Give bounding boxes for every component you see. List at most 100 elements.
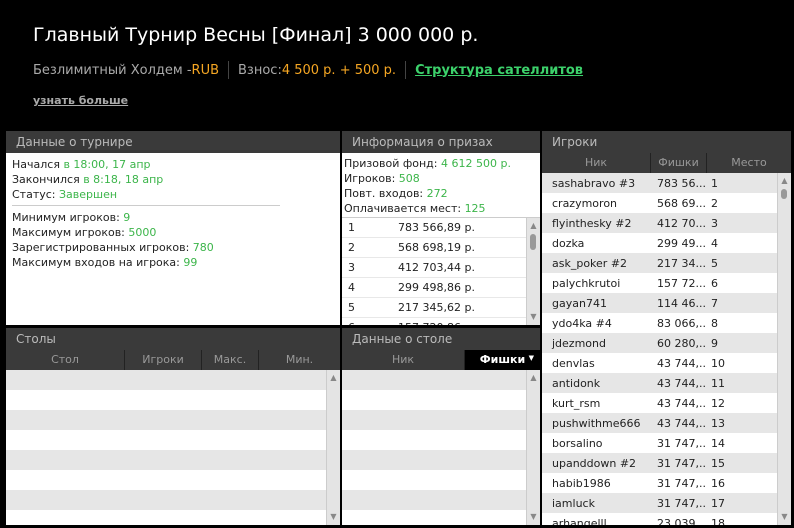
player-row[interactable]: arhangelll 23 039,... 18 bbox=[542, 513, 777, 526]
player-row[interactable]: denvlas 43 744,... 10 bbox=[542, 353, 777, 373]
players-panel: Игроки Ник Фишки Место sashabravo #3 783 … bbox=[542, 131, 791, 525]
paid-places-line: Оплачивается мест: 125 bbox=[344, 202, 486, 215]
table-data-list[interactable]: ▲ ▼ bbox=[342, 370, 540, 525]
player-row[interactable]: ask_poker #2 217 34... 5 bbox=[542, 253, 777, 273]
player-nick: crazymoron bbox=[552, 196, 618, 210]
player-place: 1 bbox=[711, 176, 718, 190]
buyin-value: 4 500 р. + 500 р. bbox=[281, 62, 397, 78]
player-row[interactable]: habib1986 31 747,... 16 bbox=[542, 473, 777, 493]
player-row[interactable]: jdezmond 60 280,... 9 bbox=[542, 333, 777, 353]
player-row[interactable]: kurt_rsm 43 744,... 12 bbox=[542, 393, 777, 413]
col-nick[interactable]: Ник bbox=[542, 153, 650, 173]
player-nick: jdezmond bbox=[552, 336, 606, 350]
prize-place: 1 bbox=[348, 221, 355, 234]
scroll-up-icon[interactable]: ▲ bbox=[527, 220, 540, 232]
player-row[interactable]: sashabravo #3 783 56... 1 bbox=[542, 173, 777, 193]
sort-desc-icon: ▼ bbox=[528, 354, 534, 362]
prize-place: 2 bbox=[348, 241, 355, 254]
col-players[interactable]: Игроки bbox=[124, 350, 201, 370]
scroll-down-icon[interactable]: ▼ bbox=[327, 511, 340, 523]
player-place: 4 bbox=[711, 236, 718, 250]
learn-more-link[interactable]: узнать больше bbox=[33, 94, 128, 107]
player-place: 10 bbox=[711, 356, 725, 370]
player-nick: antidonk bbox=[552, 376, 601, 390]
divider bbox=[228, 61, 230, 79]
min-players-line: Минимум игроков: 9 bbox=[12, 211, 131, 224]
player-row[interactable]: upanddown #2 31 747,... 15 bbox=[542, 453, 777, 473]
prize-amount: 299 498,86 р. bbox=[398, 281, 475, 294]
player-row[interactable]: borsalino 31 747,... 14 bbox=[542, 433, 777, 453]
prize-scrollbar[interactable]: ▲ ▼ bbox=[526, 218, 540, 325]
player-nick: iamluck bbox=[552, 496, 595, 510]
player-row[interactable]: iamluck 31 747,... 17 bbox=[542, 493, 777, 513]
col-nick[interactable]: Ник bbox=[342, 350, 464, 370]
player-chips: 783 56... bbox=[657, 176, 706, 190]
player-chips: 60 280,... bbox=[657, 336, 706, 350]
player-row[interactable]: crazymoron 568 69... 2 bbox=[542, 193, 777, 213]
panel-title: Столы bbox=[6, 328, 340, 350]
scroll-up-icon[interactable]: ▲ bbox=[327, 372, 340, 384]
player-place: 12 bbox=[711, 396, 725, 410]
prize-row: 6157 720,86 р. bbox=[342, 318, 526, 325]
players-count-line: Игроков: 508 bbox=[344, 172, 420, 185]
tournament-title: Главный Турнир Весны [Финал] 3 000 000 р… bbox=[33, 24, 479, 46]
player-row[interactable]: palychkrutoi 157 72... 6 bbox=[542, 273, 777, 293]
prize-row: 3 412 703,44 р. bbox=[342, 258, 526, 278]
player-chips: 31 747,... bbox=[657, 496, 706, 510]
player-chips: 23 039,... bbox=[657, 516, 706, 526]
prize-amount: 568 698,19 р. bbox=[398, 241, 475, 254]
tables-list[interactable]: ▲ ▼ bbox=[6, 370, 340, 525]
player-chips: 31 747,... bbox=[657, 456, 706, 470]
scroll-down-icon[interactable]: ▼ bbox=[527, 311, 540, 323]
status-line: Статус: Завершен bbox=[12, 188, 118, 201]
scroll-down-icon[interactable]: ▼ bbox=[527, 511, 540, 523]
table-data-column-header: Ник Фишки ▼ bbox=[342, 350, 540, 370]
scroll-up-icon[interactable]: ▲ bbox=[527, 372, 540, 384]
player-place: 6 bbox=[711, 276, 718, 290]
game-type: Безлимитный Холдем - bbox=[33, 62, 192, 78]
col-chips[interactable]: Фишки bbox=[650, 153, 706, 173]
col-min[interactable]: Мин. bbox=[258, 350, 340, 370]
scroll-thumb[interactable] bbox=[781, 189, 787, 199]
player-chips: 31 747,... bbox=[657, 476, 706, 490]
player-place: 5 bbox=[711, 256, 718, 270]
player-row[interactable]: flyinthesky #2 412 70... 3 bbox=[542, 213, 777, 233]
prize-row: 2 568 698,19 р. bbox=[342, 238, 526, 258]
table-data-scrollbar[interactable]: ▲ ▼ bbox=[526, 370, 540, 525]
player-place: 8 bbox=[711, 316, 718, 330]
player-nick: ydo4ka #4 bbox=[552, 316, 612, 330]
scroll-up-icon[interactable]: ▲ bbox=[778, 175, 791, 187]
scroll-thumb[interactable] bbox=[530, 234, 536, 250]
player-nick: flyinthesky #2 bbox=[552, 216, 632, 230]
col-table[interactable]: Стол bbox=[6, 350, 124, 370]
reentries-line: Повт. входов: 272 bbox=[344, 187, 448, 200]
player-row[interactable]: gayan741 114 46... 7 bbox=[542, 293, 777, 313]
player-nick: borsalino bbox=[552, 436, 603, 450]
tables-scrollbar[interactable]: ▲ ▼ bbox=[326, 370, 340, 525]
currency: RUB bbox=[191, 62, 220, 78]
player-row[interactable]: pushwithme666 43 744,... 13 bbox=[542, 413, 777, 433]
col-place[interactable]: Место bbox=[706, 153, 791, 173]
player-nick: ask_poker #2 bbox=[552, 256, 628, 270]
col-chips-sorted[interactable]: Фишки ▼ bbox=[464, 350, 540, 370]
player-row[interactable]: dozka 299 49... 4 bbox=[542, 233, 777, 253]
ended-line: Закончился в 8:18, 18 апр bbox=[12, 173, 164, 186]
panel-title: Данные о турнире bbox=[6, 131, 340, 153]
player-chips: 31 747,... bbox=[657, 436, 706, 450]
players-scrollbar[interactable]: ▲ ▼ bbox=[777, 173, 791, 525]
player-place: 13 bbox=[711, 416, 725, 430]
player-nick: habib1986 bbox=[552, 476, 611, 490]
player-nick: dozka bbox=[552, 236, 585, 250]
col-max[interactable]: Макс. bbox=[201, 350, 258, 370]
player-row[interactable]: ydo4ka #4 83 066,... 8 bbox=[542, 313, 777, 333]
started-line: Начался в 18:00, 17 апр bbox=[12, 158, 151, 171]
table-data-panel: Данные о столе Ник Фишки ▼ ▲ ▼ bbox=[342, 328, 540, 525]
buyin-label: Взнос: bbox=[238, 62, 282, 78]
scroll-down-icon[interactable]: ▼ bbox=[778, 511, 791, 523]
satellite-structure-link[interactable]: Структура сателлитов bbox=[415, 63, 583, 78]
prize-list[interactable]: 1 783 566,89 р. 2 568 698,19 р. 3 412 703,44 … bbox=[342, 217, 540, 325]
prize-amount: 217 345,62 р. bbox=[398, 301, 475, 314]
players-list[interactable]: sashabravo #3 783 56... 1 crazymoron 568 69.… bbox=[542, 173, 791, 525]
prize-amount: 412 703,44 р. bbox=[398, 261, 475, 274]
player-row[interactable]: antidonk 43 744,... 11 bbox=[542, 373, 777, 393]
